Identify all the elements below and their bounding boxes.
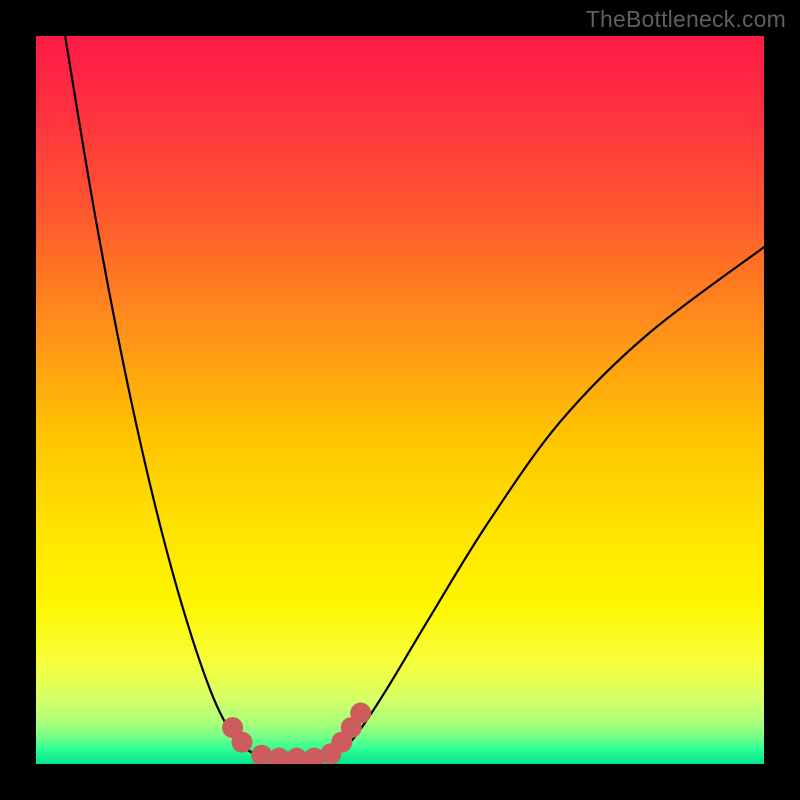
chart-frame: TheBottleneck.com (0, 0, 800, 800)
curves-layer (36, 36, 764, 764)
highlight-dot (251, 745, 272, 764)
curve-left-arm (65, 36, 276, 757)
highlight-dot (232, 732, 253, 753)
highlight-dots (222, 703, 371, 764)
highlight-dot (350, 703, 371, 724)
curve-right-arm (327, 247, 764, 757)
watermark-text: TheBottleneck.com (586, 6, 786, 33)
plot-area (36, 36, 764, 764)
